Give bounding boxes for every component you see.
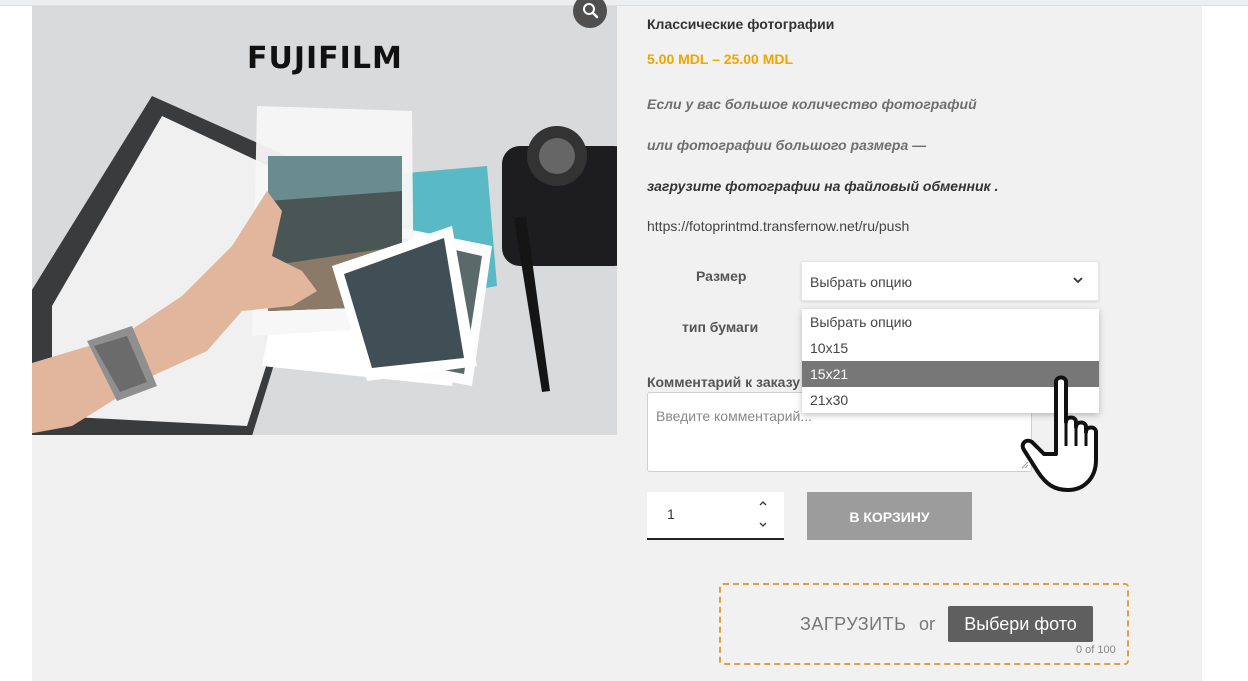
zoom-button[interactable] (573, 0, 607, 28)
fujifilm-logo: FUJIFILM (247, 41, 403, 76)
product-price: 5.00 MDL – 25.00 MDL (647, 51, 794, 67)
upload-count: 0 of 100 (1076, 644, 1116, 656)
size-select-value: Выбрать опцию (810, 274, 912, 290)
product-image[interactable]: FUJIFILM (32, 6, 617, 435)
dropdown-option[interactable]: Выбрать опцию (802, 309, 1099, 335)
choose-photo-button[interactable]: Выбери фото (948, 606, 1093, 642)
hand-pointer-icon (1020, 375, 1098, 492)
product-title: Классические фотографии (647, 16, 835, 32)
quantity-value[interactable]: 1 (667, 506, 675, 522)
search-icon (583, 3, 599, 19)
quantity-stepper[interactable]: 1 (647, 492, 784, 540)
size-label: Размер (696, 268, 747, 284)
chevron-down-icon (1073, 277, 1083, 284)
add-to-cart-button[interactable]: В КОРЗИНУ (807, 492, 972, 540)
upload-link[interactable]: https://fotoprintmd.transfernow.net/ru/p… (647, 218, 909, 234)
info-text-line-3: загрузите фотографии на файловый обменни… (647, 178, 999, 194)
paper-type-label: тип бумаги (682, 319, 759, 335)
comment-placeholder: Введите комментарий... (656, 408, 812, 424)
info-text-line-1: Если у вас большое количество фотографий (647, 96, 977, 112)
upload-or-text: or (919, 614, 936, 634)
size-select[interactable]: Выбрать опцию (801, 261, 1099, 301)
comment-label: Комментарий к заказу (647, 374, 800, 390)
dropdown-option[interactable]: 10x15 (802, 335, 1099, 361)
chevron-down-icon[interactable] (757, 520, 769, 530)
chevron-up-icon[interactable] (757, 498, 769, 508)
upload-label: ЗАГРУЗИТЬ (800, 614, 907, 634)
info-text-line-2: или фотографии большого размера — (647, 137, 927, 153)
